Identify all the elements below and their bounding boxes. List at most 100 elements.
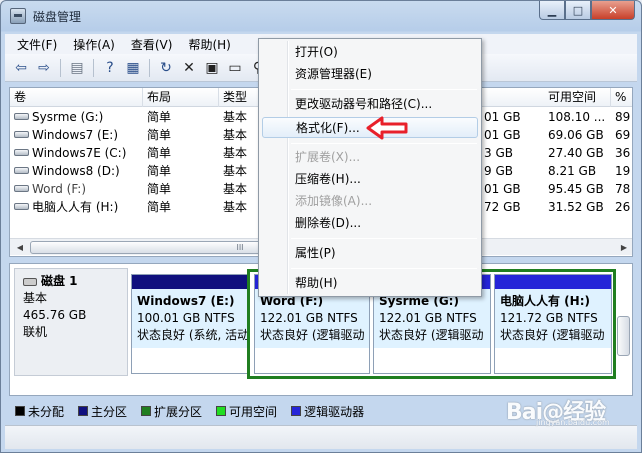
minimize-button[interactable]: ▁ [539, 1, 565, 20]
legend-item-logical: 逻辑驱动器 [291, 403, 364, 420]
legend-label: 主分区 [91, 404, 128, 419]
volume-name: Windows7E (C:) [32, 146, 127, 160]
layout-cell: 简单 [147, 164, 172, 178]
disk-status: 联机 [23, 325, 48, 339]
disk-size: 465.76 GB [23, 308, 87, 322]
free-space-cell: 69.06 GB [548, 128, 604, 142]
column-header-percent[interactable]: % [611, 88, 632, 107]
open-folder-icon[interactable]: ▭ [225, 58, 245, 78]
menu-action[interactable]: 操作(A) [65, 36, 123, 53]
legend-item-free-space: 可用空间 [216, 403, 277, 420]
free-space-cell: 31.52 GB [548, 200, 604, 214]
volume-cell: Windows7 (E:) [10, 126, 118, 144]
volume-drive-icon [14, 203, 29, 210]
menu-help[interactable]: 帮助(H) [180, 36, 238, 53]
percent-cell: 69 [615, 128, 631, 142]
delete-icon[interactable]: ✕ [179, 58, 199, 78]
capacity-cell: 3 GB [484, 146, 513, 160]
percent-cell: 26 [615, 200, 631, 214]
volume-name: Windows7 (E:) [32, 128, 119, 142]
baidu-watermark-logo: Bai@经验 jingyan.baidu.com [506, 392, 616, 428]
menu-item-delete-volume[interactable]: 删除卷(D)... [262, 213, 478, 234]
vertical-scroll-thumb[interactable] [617, 316, 630, 356]
legend-item-primary: 主分区 [78, 403, 127, 420]
capacity-cell: 9 GB [484, 164, 513, 178]
column-header-layout[interactable]: 布局 [143, 88, 219, 107]
partition-size: 100.01 GB NTFS [137, 311, 235, 325]
type-cell: 基本 [223, 164, 248, 178]
type-cell: 基本 [223, 200, 248, 214]
menu-item-add-mirror: 添加镜像(A)... [295, 194, 373, 208]
volume-drive-icon [14, 185, 29, 192]
type-cell: 基本 [223, 110, 248, 124]
legend-label: 可用空间 [229, 404, 278, 419]
volume-name: Sysrme (G:) [32, 110, 104, 124]
scroll-right-icon[interactable]: ▶ [617, 241, 631, 254]
console-tree-icon[interactable]: ▤ [67, 58, 87, 78]
properties-icon[interactable]: ▦ [123, 58, 143, 78]
layout-cell: 简单 [147, 128, 172, 142]
watermark-subtext: jingyan.baidu.com [536, 418, 610, 427]
disk-kind: 基本 [23, 291, 48, 305]
partition-name: 电脑人人有 (H:) [500, 294, 590, 308]
legend-label: 扩展分区 [154, 404, 203, 419]
properties-sheet-icon[interactable]: ▣ [202, 58, 222, 78]
free-space-cell: 27.40 GB [548, 146, 604, 160]
legend-swatch [141, 406, 152, 416]
back-arrow-icon[interactable]: ⇦ [11, 58, 31, 78]
title-bar[interactable]: 磁盘管理 ▁ □ ✕ [1, 1, 641, 31]
refresh-icon[interactable]: ↻ [156, 58, 176, 78]
partition-windows7[interactable]: Windows7 (E:) 100.01 GB NTFS 状态良好 (系统, 活… [131, 274, 249, 374]
column-header-volume[interactable]: 卷 [10, 88, 143, 107]
menu-item-explore[interactable]: 资源管理器(E) [262, 64, 478, 85]
menu-separator [291, 143, 477, 144]
menu-item-shrink-volume[interactable]: 压缩卷(H)... [262, 169, 478, 190]
menu-item-help[interactable]: 帮助(H) [262, 273, 478, 294]
legend-swatch [216, 406, 227, 416]
volume-drive-icon [14, 113, 29, 120]
hard-disk-icon [23, 277, 37, 286]
volume-cell: Windows7E (C:) [10, 144, 126, 162]
layout-cell: 简单 [147, 182, 172, 196]
type-cell: 基本 [223, 182, 248, 196]
menu-item-open[interactable]: 打开(O) [262, 42, 478, 63]
partition-size: 122.01 GB NTFS [260, 311, 358, 325]
status-bar [5, 425, 637, 449]
primary-partition-bar [132, 275, 248, 289]
legend-swatch [291, 406, 302, 416]
menu-item-properties[interactable]: 属性(P) [262, 243, 478, 264]
window-title: 磁盘管理 [33, 10, 82, 24]
layout-cell: 简单 [147, 146, 172, 160]
menu-file[interactable]: 文件(F) [9, 36, 65, 53]
disk-management-app-icon [10, 8, 26, 24]
column-header-free-space[interactable]: 可用空间 [544, 88, 611, 107]
volume-context-menu: 打开(O) 资源管理器(E) 更改驱动器号和路径(C)... 格式化(F)...… [258, 38, 482, 297]
forward-arrow-icon[interactable]: ⇨ [34, 58, 54, 78]
partition-status: 状态良好 (逻辑驱动 [500, 328, 605, 342]
menu-item-change-drive-letter[interactable]: 更改驱动器号和路径(C)... [262, 94, 478, 115]
partition-body: Windows7 (E:) 100.01 GB NTFS 状态良好 (系统, 活… [132, 289, 248, 348]
close-button[interactable]: ✕ [591, 1, 635, 20]
volume-cell: 电脑人人有 (H:) [10, 198, 118, 216]
partition-diannao[interactable]: 电脑人人有 (H:) 121.72 GB NTFS 状态良好 (逻辑驱动 [494, 274, 612, 374]
disk-1-label[interactable]: 磁盘 1 基本 465.76 GB 联机 [14, 268, 128, 376]
toolbar-separator [149, 58, 150, 77]
partition-status: 状态良好 (逻辑驱动 [260, 328, 365, 342]
volume-name: Word (F:) [32, 182, 87, 196]
free-space-cell: 95.45 GB [548, 182, 604, 196]
red-arrow-annotation-icon [366, 116, 408, 140]
maximize-button[interactable]: □ [565, 1, 591, 20]
partition-name: Windows7 (E:) [137, 294, 235, 308]
legend-label: 逻辑驱动器 [304, 404, 365, 419]
help-icon[interactable]: ? [100, 58, 120, 78]
partition-body: Sysrme (G:) 122.01 GB NTFS 状态良好 (逻辑驱动 [374, 289, 490, 348]
menu-view[interactable]: 查看(V) [123, 36, 181, 53]
type-cell: 基本 [223, 128, 248, 142]
partition-status: 状态良好 (系统, 活动 [137, 328, 248, 342]
volume-name: Windows8 (D:) [32, 164, 120, 178]
partition-size: 121.72 GB NTFS [500, 311, 598, 325]
type-cell: 基本 [223, 146, 248, 160]
scroll-left-icon[interactable]: ◀ [13, 241, 27, 254]
legend-item-extended: 扩展分区 [141, 403, 202, 420]
logical-drive-bar [495, 275, 611, 289]
